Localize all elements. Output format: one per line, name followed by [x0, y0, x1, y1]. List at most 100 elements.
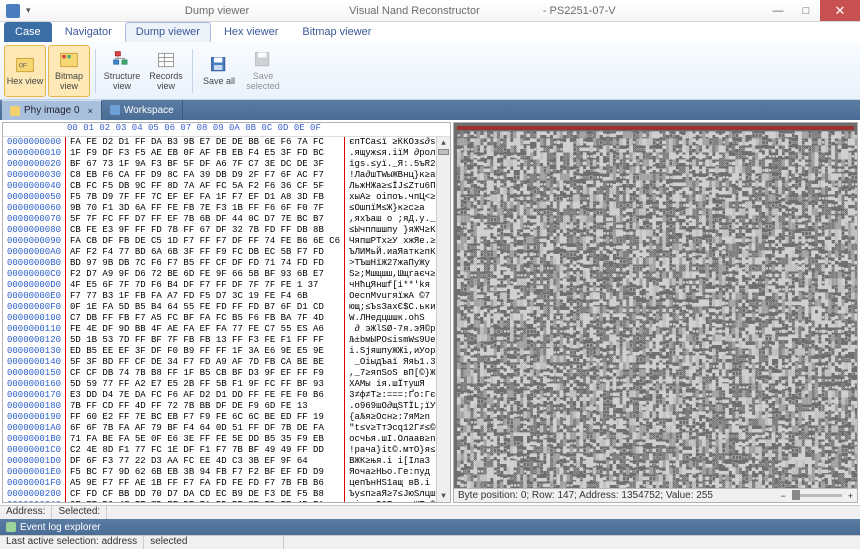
bytes-row: FA CB DF FB DE C5 1D F7 FF F7 DF FF 74 F… — [70, 236, 340, 247]
zoom-in-icon[interactable]: + — [848, 491, 853, 501]
selection-status-bar: Last active selection: address selected — [0, 535, 860, 549]
address-row: 00000000B0 — [7, 258, 61, 269]
address-row: 0000000160 — [7, 379, 61, 390]
address-row: 0000000210 — [7, 500, 61, 502]
title-app: Visual Nand Reconstructor - PS2251-07-V — [349, 5, 615, 17]
bitmap-status-text: Byte position: 0; Row: 147; Address: 135… — [458, 490, 713, 501]
bytes-row: F2 D7 A9 9F D6 72 BE 6D FE 9F 66 5B BF 9… — [70, 269, 340, 280]
address-row: 0000000080 — [7, 225, 61, 236]
close-button[interactable]: ✕ — [820, 0, 860, 21]
svg-text:0F: 0F — [19, 62, 27, 69]
ascii-row: ющ;≤ЪsЗахЄ$С.ький — [349, 302, 432, 313]
hex-viewer-pane: 00 01 02 03 04 05 06 07 08 09 0A 0B 0C 0… — [2, 122, 451, 503]
slider-thumb[interactable] — [792, 490, 800, 500]
address-row: 00000000E0 — [7, 291, 61, 302]
bytes-row: C8 EB F6 CA FF D9 8C FA 39 DB D9 2F F7 6… — [70, 170, 340, 181]
ascii-row: W.ЛНедцшшк.ohS — [349, 313, 432, 324]
address-row: 00000001A0 — [7, 423, 61, 434]
tab-workspace[interactable]: Workspace — [102, 100, 183, 120]
bytes-row: FE 4E DF 9D BB 4F AE FA EF FA 77 FE C7 5… — [70, 324, 340, 335]
phy-image-icon — [10, 106, 20, 116]
ascii-row: "t≤v≥TтЭсq12Г≠≤© — [349, 423, 432, 434]
tab-case[interactable]: Case — [4, 22, 52, 42]
ascii-row: ЧяпшРТх≥У хжЯе.≥ — [349, 236, 432, 247]
bytes-row: 6F 6F 7B FA AF 79 BF F4 64 0D 51 FF DF 7… — [70, 423, 340, 434]
scroll-up-icon[interactable]: ▲ — [437, 137, 450, 149]
hex-body[interactable]: 0000000000000000001000000000200000000030… — [3, 137, 450, 502]
address-row: 0000000200 — [7, 489, 61, 500]
title-bar: ▾ Dump viewer Visual Nand Reconstructor … — [0, 0, 860, 22]
ascii-row: чНћцЯншf[i**'kя — [349, 280, 432, 291]
address-row: 0000000040 — [7, 181, 61, 192]
bitmap-viewer-pane: ▪░■▫▀▪▒▄▓□▪▓░▓▀▓□▒█▀░■░▫█▀▀■▀▄▓▒▀░□▀▫▒▒▫… — [453, 122, 858, 503]
bytes-row: CB FE E3 9F FF FD 7B FF 67 DF 32 7B FD F… — [70, 225, 340, 236]
address-row: 00000000C0 — [7, 269, 61, 280]
address-row: 0000000020 — [7, 159, 61, 170]
bytes-row: BF 67 73 1F 9A F3 BF 5F DF A6 7F C7 3E D… — [70, 159, 340, 170]
ascii-row: і.SјяшпуЖЖі,иУоря — [349, 346, 432, 357]
bytes-row: CF CF DB 74 7B B8 FF 1F B5 CB BF D3 9F E… — [70, 368, 340, 379]
ascii-row: 3≠ф≠Т≥:===:Ґо:Гє} — [349, 390, 432, 401]
address-row: 0000000070 — [7, 214, 61, 225]
bytes-row: 1F F9 DF F3 F5 AE EB 0F AF FB EB F4 E5 3… — [70, 148, 340, 159]
records-view-icon — [156, 50, 176, 70]
bytes-row: C7 DB FF FB F7 A5 FC BF FA FC B5 F6 FB B… — [70, 313, 340, 324]
bytes-row: 5D 1B 53 7D FF BF 7F FB FB 13 FF F3 FE F… — [70, 335, 340, 346]
scroll-thumb[interactable] — [438, 149, 449, 155]
close-tab-button[interactable]: × — [84, 106, 93, 116]
ascii-row: .о969шО∂щЅТЇL;їУ — [349, 401, 432, 412]
address-row: 0000000140 — [7, 357, 61, 368]
zoom-slider[interactable]: − + — [780, 491, 853, 501]
bitmap-view-button[interactable]: Bitmap view — [48, 45, 90, 97]
bytes-row: F7 77 B3 1F FB FA A7 FD F5 D7 3C 19 FE F… — [70, 291, 340, 302]
qat-dropdown-icon[interactable]: ▾ — [26, 5, 31, 16]
save-all-icon — [209, 55, 229, 75]
tab-bitmap-viewer[interactable]: Bitmap viewer — [291, 22, 382, 42]
address-row: 0000000110 — [7, 324, 61, 335]
ribbon-separator — [95, 49, 96, 93]
scroll-down-icon[interactable]: ▼ — [437, 490, 450, 502]
bitmap-noise: ▪░■▫▀▪▒▄▓□▪▓░▓▀▓□▒█▀░■░▫█▀▀■▀▄▓▒▀░□▀▫▒▒▫… — [457, 132, 854, 488]
save-selected-icon — [253, 50, 273, 70]
address-status-bar: Address: Selected: — [0, 505, 860, 519]
tab-phy-image[interactable]: Phy image 0 × — [2, 100, 102, 120]
address-row: 0000000090 — [7, 236, 61, 247]
selected-label: Selected: — [52, 506, 107, 519]
bytes-column: FA FE D2 D1 FF DA B3 9B E7 DE DE BB 6E F… — [65, 137, 345, 502]
ascii-row: єпТСа≤ї ≥ЌКОз≤∂ѕ≥ — [349, 137, 432, 148]
event-log-bar[interactable]: Event log explorer — [0, 519, 860, 535]
hex-scrollbar[interactable]: ▲ ▼ — [436, 137, 450, 502]
tab-dump-viewer[interactable]: Dump viewer — [125, 22, 211, 42]
maximize-button[interactable]: □ — [792, 0, 820, 21]
last-selection-label: Last active selection: address — [0, 536, 144, 549]
bitmap-status-bar: Byte position: 0; Row: 147; Address: 135… — [454, 488, 857, 502]
slider-track[interactable] — [792, 494, 842, 497]
ascii-row: {аЉя≥Осн≥:7яМ≥n — [349, 412, 432, 423]
minimize-button[interactable]: — — [764, 0, 792, 21]
ascii-row: цепЪнНЅ1ащ вВ.і — [349, 478, 432, 489]
bytes-row: 71 FA BE FA 5E 0F E6 3E FF FE 5E DD B5 3… — [70, 434, 340, 445]
records-view-button[interactable]: Records view — [145, 45, 187, 97]
structure-view-button[interactable]: Structure view — [101, 45, 143, 97]
ascii-row: ХАМы iя.шЇтушЯ — [349, 379, 432, 390]
bytes-row: 7B FF CD FF 4D FF 72 7B BB DF DE F9 6D F… — [70, 401, 340, 412]
bytes-row: AF F2 F4 77 BD 6A 6B 3F FF F9 FC DB EC 5… — [70, 247, 340, 258]
zoom-out-icon[interactable]: − — [780, 491, 785, 501]
ascii-row: ≤Ычппшшпу }яЖЧ≥Ка.≥ — [349, 225, 432, 236]
ascii-column: єпТСа≤ї ≥ЌКОз≤∂ѕ≥.ящуж≤я.іїМ ∂ролїgs.≤уї… — [345, 137, 436, 502]
bitmap-canvas[interactable]: ▪░■▫▀▪▒▄▓□▪▓░▓▀▓□▒█▀░■░▫█▀▀■▀▄▓▒▀░□▀▫▒▒▫… — [454, 123, 857, 488]
bytes-row: E3 DD D4 7E DA FC F6 AF D2 D1 DD FF FE F… — [70, 390, 340, 401]
workspace-icon — [110, 105, 120, 115]
tab-navigator[interactable]: Navigator — [54, 22, 123, 42]
address-row: 0000000010 — [7, 148, 61, 159]
ascii-row: ЪЛИМьЙ.иаЯатк≥пК — [349, 247, 432, 258]
hex-view-button[interactable]: 0F Hex view — [4, 45, 46, 97]
address-row: 0000000120 — [7, 335, 61, 346]
bytes-row: CF FD CF BB DD 70 D7 DA CD EC B9 DE F3 D… — [70, 489, 340, 500]
save-all-button[interactable]: Save all — [198, 45, 240, 97]
address-row: 00000001D0 — [7, 456, 61, 467]
tab-hex-viewer[interactable]: Hex viewer — [213, 22, 289, 42]
bytes-row: BD 97 9B DB 7C F6 F7 B5 FF CF DF FD 71 7… — [70, 258, 340, 269]
save-selected-button[interactable]: Save selected — [242, 45, 284, 97]
structure-view-icon — [112, 50, 132, 70]
